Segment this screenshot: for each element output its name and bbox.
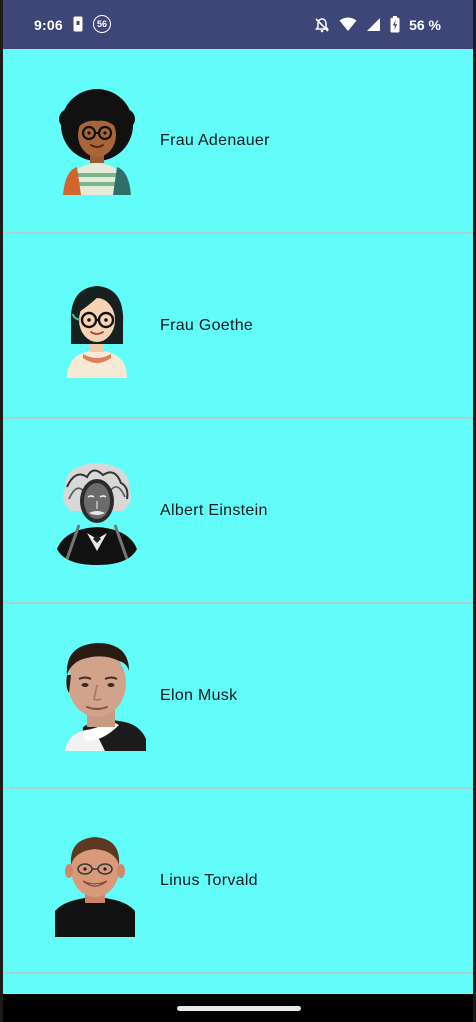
navigation-bar — [3, 994, 473, 1022]
notifications-off-icon — [315, 17, 330, 32]
battery-percent: 56 % — [409, 16, 441, 33]
list-item-partial[interactable] — [3, 974, 473, 994]
status-right-icons: 56 % — [314, 16, 441, 33]
app-frame: 9:06 56 56 % Frau Adenauer Frau Goethe A… — [3, 0, 473, 1022]
cell-signal-icon — [367, 18, 381, 31]
phone-notification-icon — [73, 16, 83, 32]
home-indicator[interactable] — [177, 1006, 301, 1011]
status-left-icons: 56 — [73, 15, 111, 33]
person-name: Elon Musk — [160, 686, 238, 704]
sim-badge-icon: 56 — [93, 15, 111, 33]
people-list: Frau Adenauer Frau Goethe Albert Einstei… — [3, 49, 473, 994]
wifi-icon — [339, 17, 357, 31]
status-bar: 9:06 56 56 % — [3, 0, 473, 49]
list-item[interactable]: Frau Goethe — [3, 234, 473, 419]
elon-musk-photo-avatar — [65, 643, 146, 751]
person-name: Frau Adenauer — [160, 131, 270, 149]
list-item[interactable]: Linus Torvald — [3, 789, 473, 974]
person-name: Linus Torvald — [160, 871, 258, 889]
person-name: Frau Goethe — [160, 316, 254, 334]
list-item[interactable]: Frau Adenauer — [3, 49, 473, 234]
list-item[interactable]: Elon Musk — [3, 604, 473, 789]
battery-icon — [390, 16, 400, 33]
status-time: 9:06 — [34, 17, 63, 33]
einstein-ink-portrait-avatar — [57, 463, 137, 565]
list-item[interactable]: Albert Einstein — [3, 419, 473, 604]
cartoon-woman-curly-hair-glasses-avatar — [59, 89, 135, 195]
cartoon-woman-bob-hair-glasses-avatar — [67, 286, 127, 378]
linus-torvalds-photo-avatar — [55, 835, 135, 937]
person-name: Albert Einstein — [160, 501, 268, 519]
